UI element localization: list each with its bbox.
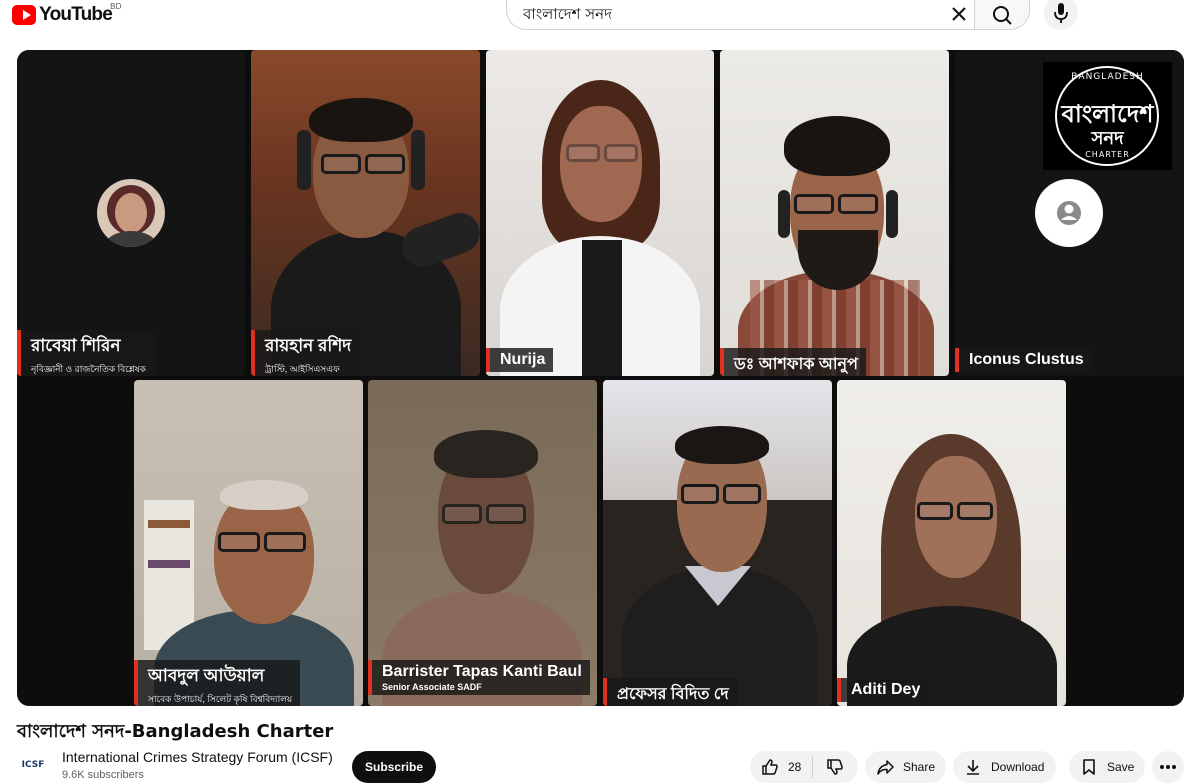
person-icon <box>1057 201 1081 225</box>
more-horizontal-icon <box>1160 765 1176 769</box>
like-dislike-group: 28 <box>750 751 858 783</box>
participant-avatar <box>1035 179 1103 247</box>
participant-name: আবদুল আউয়াল <box>148 666 265 685</box>
close-icon <box>952 7 966 21</box>
participant-subtitle: নৃবিজ্ঞানী ও রাজনৈতিক বিশ্লেষক <box>31 364 146 374</box>
thumbs-down-icon <box>827 759 843 775</box>
search-box <box>506 0 974 30</box>
download-label: Download <box>991 760 1045 774</box>
participant-name-tag: রায়হান রশিদ ট্রাস্টি, আইসিএসএফ <box>251 330 360 376</box>
clear-search-button[interactable] <box>946 3 972 27</box>
youtube-logo[interactable]: YouTube BD <box>12 2 122 26</box>
like-button[interactable]: 28 <box>750 751 812 783</box>
search-input[interactable] <box>521 5 945 25</box>
participant-name: রাবেয়া শিরিন <box>31 336 121 355</box>
participant-tile: Nurija <box>486 50 714 376</box>
participant-name: রায়হান রশিদ <box>265 336 352 355</box>
share-button[interactable]: Share <box>865 751 946 783</box>
participant-name: প্রফেসর বিদিত দে <box>617 686 729 703</box>
like-count: 28 <box>788 760 802 774</box>
video-player[interactable]: রাবেয়া শিরিন নৃবিজ্ঞানী ও রাজনৈতিক বিশ্… <box>17 50 1184 706</box>
more-actions-button[interactable] <box>1152 751 1184 783</box>
participant-tile: Barrister Tapas Kanti Baul Senior Associ… <box>368 380 597 706</box>
subscribe-button[interactable]: Subscribe <box>352 751 436 783</box>
youtube-play-icon <box>12 5 37 25</box>
bookmark-icon <box>1083 759 1095 775</box>
video-title: বাংলাদেশ সনদ-Bangladesh Charter <box>17 721 334 742</box>
logo-top-text: BANGLADESH <box>1071 72 1144 82</box>
save-button[interactable]: Save <box>1069 751 1145 783</box>
participant-name: Nurija <box>500 351 546 368</box>
participant-tile: রায়হান রশিদ ট্রাস্টি, আইসিএসএফ <box>251 50 480 376</box>
participant-name: Barrister Tapas Kanti Baul <box>382 663 582 680</box>
dislike-button[interactable] <box>813 751 845 783</box>
participant-name: ডঃ আশফাক আনুপ <box>734 356 858 373</box>
share-icon <box>877 760 894 775</box>
download-button[interactable]: Download <box>953 751 1056 783</box>
channel-name[interactable]: International Crimes Strategy Forum (ICS… <box>62 749 333 765</box>
participant-tile: আবদুল আউয়াল সাবেক উপাচার্য, সিলেট কৃষি … <box>134 380 363 706</box>
participant-name-tag: Aditi Dey <box>837 678 929 702</box>
download-icon <box>967 760 979 775</box>
participant-name-tag: ডঃ আশফাক আনুপ <box>720 348 866 376</box>
participant-subtitle: ট্রাস্টি, আইসিএসএফ <box>265 364 340 374</box>
participant-name-tag: Nurija <box>486 348 554 372</box>
participant-subtitle: সাবেক উপাচার্য, সিলেট কৃষি বিশ্ববিদ্যালয… <box>148 694 293 704</box>
participant-name-tag: আবদুল আউয়াল সাবেক উপাচার্য, সিলেট কৃষি … <box>134 660 301 706</box>
participant-name-tag: Iconus Clustus <box>955 348 1092 372</box>
save-label: Save <box>1107 760 1135 774</box>
bangladesh-charter-logo: BANGLADESH বাংলাদেশ সনদ CHARTER <box>1043 62 1172 170</box>
participant-name: Iconus Clustus <box>969 351 1084 368</box>
participant-tile: রাবেয়া শিরিন নৃবিজ্ঞানী ও রাজনৈতিক বিশ্… <box>17 50 245 376</box>
logo-bottom-text: CHARTER <box>1085 150 1130 159</box>
thumbs-up-icon <box>762 759 778 775</box>
channel-avatar[interactable]: ICSF <box>18 750 48 780</box>
participant-tile: Aditi Dey <box>837 380 1066 706</box>
participant-tile: ডঃ আশফাক আনুপ <box>720 50 949 376</box>
participant-name-tag: প্রফেসর বিদিত দে <box>603 678 737 706</box>
participant-name-tag: Barrister Tapas Kanti Baul Senior Associ… <box>368 660 590 695</box>
participant-name-tag: রাবেয়া শিরিন নৃবিজ্ঞানী ও রাজনৈতিক বিশ্… <box>17 330 154 376</box>
subscriber-count: 9.6K subscribers <box>62 769 144 781</box>
participant-tile: প্রফেসর বিদিত দে <box>603 380 832 706</box>
search-button[interactable] <box>974 0 1030 30</box>
region-code: BD <box>110 2 122 11</box>
voice-search-button[interactable] <box>1044 0 1078 30</box>
share-label: Share <box>903 760 936 774</box>
participant-avatar <box>97 179 165 247</box>
logo-text: YouTube <box>39 4 113 25</box>
participant-name: Aditi Dey <box>851 681 921 698</box>
participant-subtitle: Senior Associate SADF <box>382 682 482 692</box>
search-icon <box>993 6 1012 25</box>
mic-icon <box>1054 3 1068 23</box>
